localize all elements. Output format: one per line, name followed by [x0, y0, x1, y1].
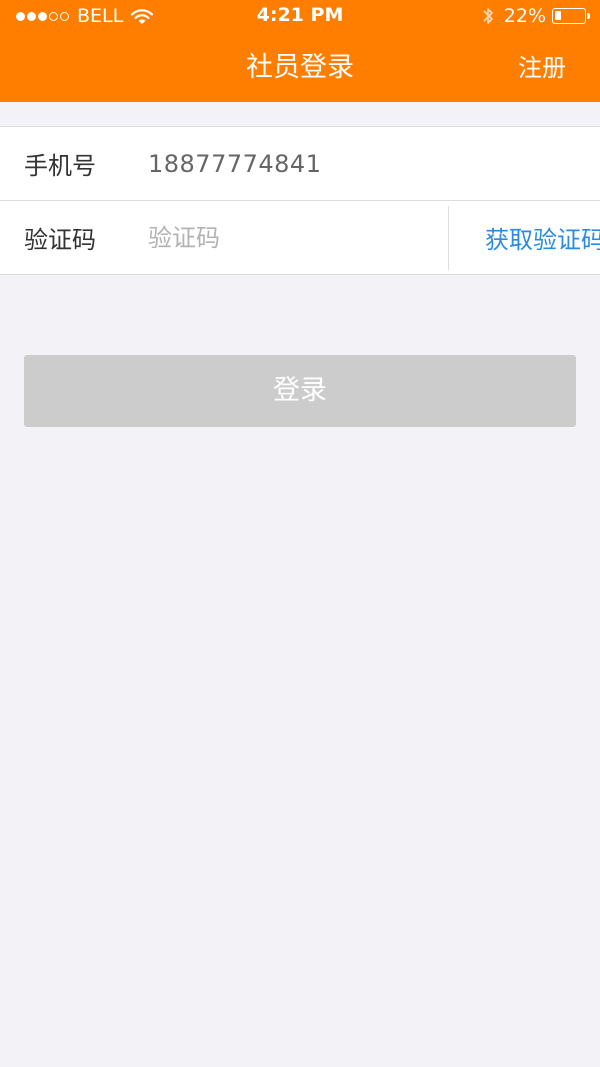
phone-label: 手机号	[24, 152, 96, 180]
verification-code-input[interactable]	[148, 217, 448, 258]
page-title: 社员登录	[246, 52, 354, 83]
header-bar: BELL 4:21 PM 22% 社员登录 注册	[0, 0, 600, 102]
battery-tip	[587, 13, 590, 19]
battery-icon	[552, 8, 590, 24]
code-label: 验证码	[24, 226, 96, 254]
phone-row: 手机号 18877774841	[0, 127, 600, 200]
get-code-button[interactable]: 获取验证码	[449, 220, 600, 255]
status-bar: BELL 4:21 PM 22%	[0, 0, 600, 32]
code-row: 验证码 获取验证码	[0, 200, 600, 274]
battery-percentage: 22%	[503, 5, 546, 27]
status-right: 22%	[482, 4, 590, 28]
register-button[interactable]: 注册	[518, 48, 566, 88]
bluetooth-icon	[482, 6, 494, 26]
login-button[interactable]: 登录	[24, 355, 576, 427]
phone-number-value: 18877774841	[148, 149, 322, 178]
battery-level	[555, 11, 561, 20]
login-form: 手机号 18877774841 验证码 获取验证码	[0, 126, 600, 275]
